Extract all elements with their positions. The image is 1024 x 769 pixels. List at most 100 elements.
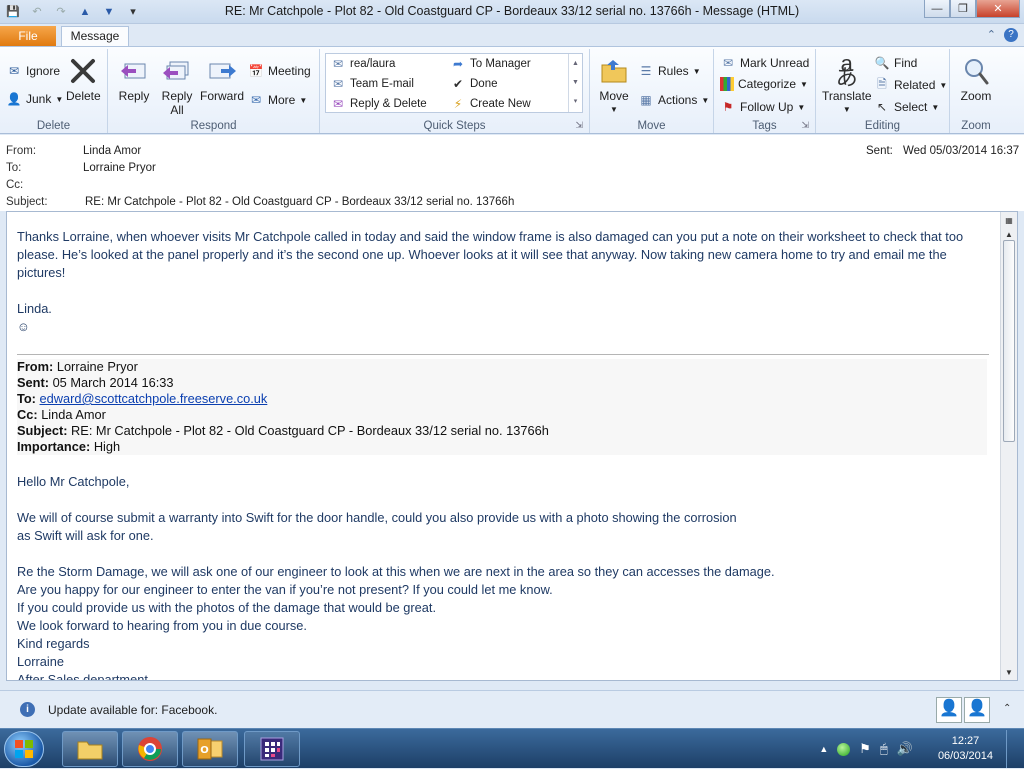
cc-label: Cc:	[6, 179, 24, 191]
actions-button[interactable]: ▦ Actions ▼	[638, 92, 709, 108]
quick-steps-scroll[interactable]: ▲ ▼ ▾	[568, 54, 582, 112]
related-button[interactable]: 🗎 Related ▼	[874, 77, 947, 93]
respond-group-label: Respond	[190, 120, 237, 132]
ignore-icon: ✉	[8, 64, 20, 78]
orig-from: Lorraine Pryor	[56, 359, 138, 374]
quick-step-rea-laura[interactable]: ✉ rea/laura	[330, 56, 395, 72]
show-desktop-button[interactable]	[1006, 730, 1016, 768]
dialog-launcher-icon[interactable]: ⇲	[575, 120, 583, 131]
start-button[interactable]	[4, 731, 44, 767]
vertical-scrollbar[interactable]: ▦ ▲ ▼	[1000, 212, 1017, 680]
windows-logo-icon	[15, 740, 33, 758]
closing-dept: After Sales department	[17, 672, 148, 681]
rules-icon: ☰	[640, 64, 652, 78]
mark-unread-button[interactable]: ✉ Mark Unread	[720, 55, 809, 71]
delete-group: ✉ Ignore 👤 Junk ▼ Delete Delete	[0, 49, 108, 133]
ribbon-tabs: File Message ⌃ ?	[0, 24, 1024, 47]
minimize-button[interactable]: —	[924, 0, 950, 18]
avatar[interactable]: 👤	[964, 697, 990, 723]
delete-button[interactable]: Delete	[66, 55, 101, 103]
message-body[interactable]: Thanks Lorraine, when whoever visits Mr …	[6, 211, 1018, 681]
categorize-icon	[720, 77, 734, 91]
forward-icon	[206, 55, 238, 87]
binoculars-icon: 🔍	[874, 56, 890, 70]
orig-importance: High	[93, 439, 121, 454]
delete-group-label: Delete	[36, 120, 71, 132]
reply-all-button[interactable]: Reply All	[161, 55, 193, 117]
tab-file[interactable]: File	[0, 26, 56, 46]
translate-button[interactable]: aあ Translate ▼	[822, 53, 872, 117]
orig-sent-label: Sent:	[17, 375, 49, 390]
subject-value: RE: Mr Catchpole - Plot 82 - Old Coastgu…	[85, 196, 515, 208]
reply-all-icon	[161, 55, 193, 87]
closing: Kind regards	[17, 636, 90, 651]
rules-button[interactable]: ☰ Rules ▼	[638, 63, 701, 79]
from-value[interactable]: Linda Amor	[83, 145, 141, 157]
scroll-thumb[interactable]	[1003, 240, 1015, 442]
chrome-taskbar-button[interactable]	[122, 731, 178, 767]
orig-to-link[interactable]: edward@scottcatchpole.freeserve.co.uk	[40, 391, 268, 406]
tags-group-label: Tags	[752, 120, 777, 132]
collapse-ribbon-icon[interactable]: ⌃	[987, 28, 996, 42]
quick-step-done[interactable]: ✔ Done	[450, 76, 498, 92]
close-button[interactable]: ✕	[976, 0, 1020, 18]
actions-icon: ▦	[640, 93, 652, 107]
quick-step-reply-delete[interactable]: ✉ Reply & Delete	[330, 96, 427, 112]
magnifier-icon	[960, 55, 992, 87]
reply-signoff: Linda.	[17, 301, 52, 316]
app-taskbar-button[interactable]	[244, 731, 300, 767]
update-notice[interactable]: Update available for: Facebook.	[48, 703, 217, 717]
quick-step-team-email[interactable]: ✉ Team E-mail	[330, 76, 414, 92]
delete-icon	[67, 55, 99, 87]
status-icon[interactable]	[837, 742, 851, 756]
original-message-header: From: Lorraine Pryor Sent: 05 March 2014…	[17, 359, 987, 455]
more-button[interactable]: ✉ More ▼	[248, 92, 307, 108]
ignore-button[interactable]: ✉ Ignore	[6, 63, 60, 79]
move-group-label: Move	[637, 120, 666, 132]
chevron-down-icon: ▼	[610, 105, 618, 114]
window-title: RE: Mr Catchpole - Plot 82 - Old Coastgu…	[224, 4, 800, 18]
maximize-button[interactable]: ❐	[950, 0, 976, 18]
forward-button[interactable]: Forward	[200, 55, 244, 103]
select-button[interactable]: ↖ Select ▼	[874, 99, 939, 115]
move-button[interactable]: Move ▼	[598, 55, 630, 117]
title-bar: 💾 ↶ ↷ ▲ ▼ ▾ RE: Mr Catchpole - Plot 82 -…	[0, 0, 1024, 24]
find-button[interactable]: 🔍 Find	[874, 55, 918, 71]
flag-icon[interactable]: ⚑	[859, 741, 871, 757]
volume-icon[interactable]: 🔊	[897, 741, 913, 757]
help-icon[interactable]: ?	[1004, 28, 1018, 42]
scroll-down-arrow[interactable]: ▼	[1001, 664, 1017, 680]
outlook-icon: O	[197, 738, 223, 760]
outlook-taskbar-button[interactable]: O	[182, 731, 238, 767]
quick-step-create-new[interactable]: ⚡ Create New	[450, 96, 531, 112]
clock-time: 12:27	[951, 735, 980, 747]
expand-people-pane-icon[interactable]: ⌃	[1003, 703, 1011, 714]
meeting-button[interactable]: 📅 Meeting	[248, 63, 311, 79]
zoom-button[interactable]: Zoom	[960, 55, 992, 103]
to-value[interactable]: Lorraine Pryor	[83, 162, 156, 174]
follow-up-button[interactable]: ⚑ Follow Up ▼	[720, 99, 806, 115]
closing-name: Lorraine	[17, 654, 64, 669]
tags-group: ✉ Mark Unread Categorize ▼ ⚑ Follow Up ▼…	[714, 49, 816, 133]
quick-steps-label: Quick Steps	[423, 120, 486, 132]
network-icon[interactable]: 🖱	[880, 741, 888, 757]
clock[interactable]: 12:27 06/03/2014	[938, 734, 993, 764]
orig-cc-label: Cc:	[17, 407, 38, 422]
explorer-taskbar-button[interactable]	[62, 731, 118, 767]
chevron-down-icon: ▼	[701, 95, 710, 105]
from-label: From:	[6, 145, 37, 157]
reply-button[interactable]: Reply	[118, 55, 150, 103]
dialog-launcher-icon[interactable]: ⇲	[801, 120, 809, 131]
ribbon: ✉ Ignore 👤 Junk ▼ Delete Delete Reply Re…	[0, 46, 1024, 134]
subject-label: Subject:	[6, 196, 48, 208]
chrome-icon	[138, 737, 162, 761]
chevron-down-icon: ▼	[939, 80, 948, 90]
categorize-button[interactable]: Categorize ▼	[720, 77, 808, 91]
lightning-icon: ⚡	[453, 97, 463, 111]
avatar[interactable]: 👤	[936, 697, 962, 723]
quick-step-to-manager[interactable]: ➦ To Manager	[450, 56, 531, 72]
show-hidden-icons-icon[interactable]: ▲	[819, 744, 828, 754]
junk-button[interactable]: 👤 Junk ▼	[6, 91, 64, 107]
tab-message[interactable]: Message	[61, 26, 129, 47]
para1-line1: We will of course submit a warranty into…	[17, 510, 737, 525]
